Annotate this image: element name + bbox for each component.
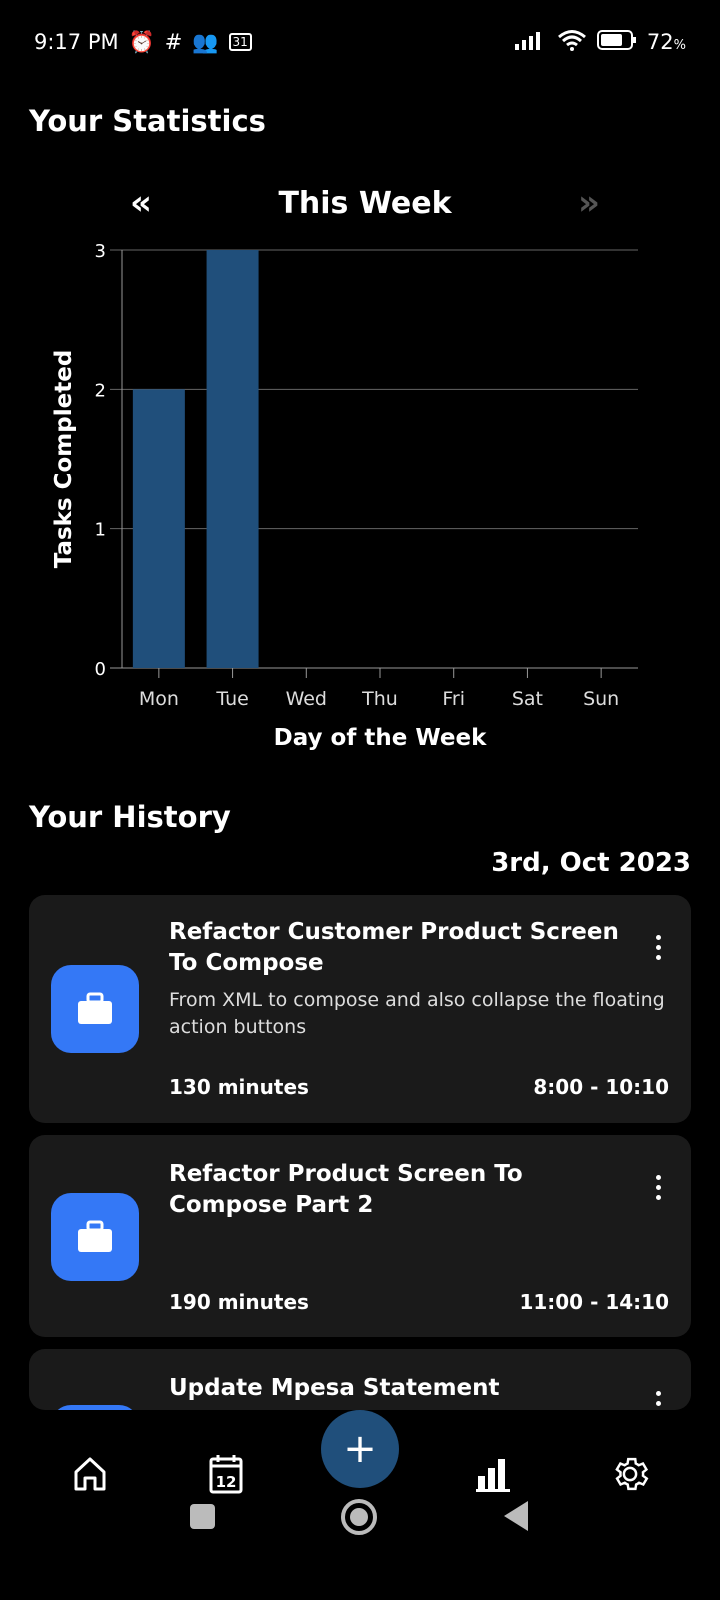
recents-button[interactable] [190, 1504, 215, 1529]
add-icon: + [343, 1426, 377, 1472]
group-icon: 👥 [192, 29, 219, 54]
history-card[interactable]: Refactor Customer Product Screen To Comp… [29, 895, 691, 1123]
battery-icon [596, 29, 637, 55]
y-tick-label: 1 [95, 520, 106, 541]
bar-tue [206, 250, 259, 668]
task-duration: 190 minutes [169, 1290, 309, 1314]
signal-icon [514, 30, 547, 55]
x-tick-label: Fri [442, 688, 465, 710]
y-tick-label: 0 [95, 659, 106, 680]
task-title: Refactor Product Screen To Compose Part … [169, 1161, 523, 1218]
x-axis-label: Day of the Week [274, 725, 487, 751]
add-task-button[interactable]: + [321, 1410, 399, 1488]
x-tick-label: Sat [512, 688, 543, 710]
task-time-range: 8:00 - 10:10 [533, 1075, 669, 1099]
alarm-icon: ⏰ [128, 29, 155, 54]
clock: 9:17 PM [34, 30, 119, 54]
double-chevron-right-icon[interactable]: » [578, 183, 600, 223]
week-navigator: « This Week » [130, 180, 600, 226]
slack-icon: # [164, 30, 183, 54]
history-card[interactable]: Refactor Product Screen To Compose Part … [29, 1135, 691, 1337]
tasks-bar-chart: 0 1 2 3 Mon Tue Wed Thu Fri Sat Sun Day of the Week… [51, 241, 638, 751]
history-card[interactable]: Update Mpesa Statement [29, 1349, 691, 1410]
week-label: This Week [278, 185, 452, 221]
battery-percent: 72% [646, 30, 686, 54]
task-time-range: 11:00 - 14:10 [519, 1290, 669, 1314]
status-bar: 9:17 PM ⏰ # 👥 31 72% [34, 28, 686, 56]
more-options-icon[interactable] [653, 1391, 663, 1410]
wifi-icon [557, 29, 587, 56]
briefcase-icon [51, 965, 139, 1053]
double-chevron-left-icon[interactable]: « [130, 183, 152, 223]
y-axis-label: Tasks Completed [51, 350, 77, 569]
home-system-button[interactable] [341, 1499, 377, 1535]
x-tick-label: Thu [361, 688, 398, 710]
task-title: Update Mpesa Statement [169, 1375, 500, 1401]
y-tick-label: 2 [95, 380, 106, 401]
x-tick-label: Sun [583, 688, 619, 710]
task-title: Refactor Customer Product Screen To Comp… [169, 919, 619, 976]
task-duration: 130 minutes [169, 1075, 309, 1099]
back-button[interactable] [504, 1501, 528, 1531]
bar-mon [132, 389, 185, 668]
more-options-icon[interactable] [653, 1175, 663, 1200]
x-tick-label: Mon [139, 688, 179, 710]
statistics-title: Your Statistics [29, 104, 266, 138]
calendar-notification-icon: 31 [228, 33, 252, 51]
briefcase-icon [51, 1193, 139, 1281]
x-tick-label: Wed [286, 688, 327, 710]
more-options-icon[interactable] [653, 935, 663, 960]
y-tick-label: 3 [95, 241, 106, 262]
history-date: 3rd, Oct 2023 [491, 848, 691, 878]
x-tick-label: Tue [215, 688, 248, 710]
history-title: Your History [29, 800, 231, 834]
system-navigation [0, 1488, 720, 1548]
task-description: From XML to compose and also collapse th… [169, 989, 665, 1038]
